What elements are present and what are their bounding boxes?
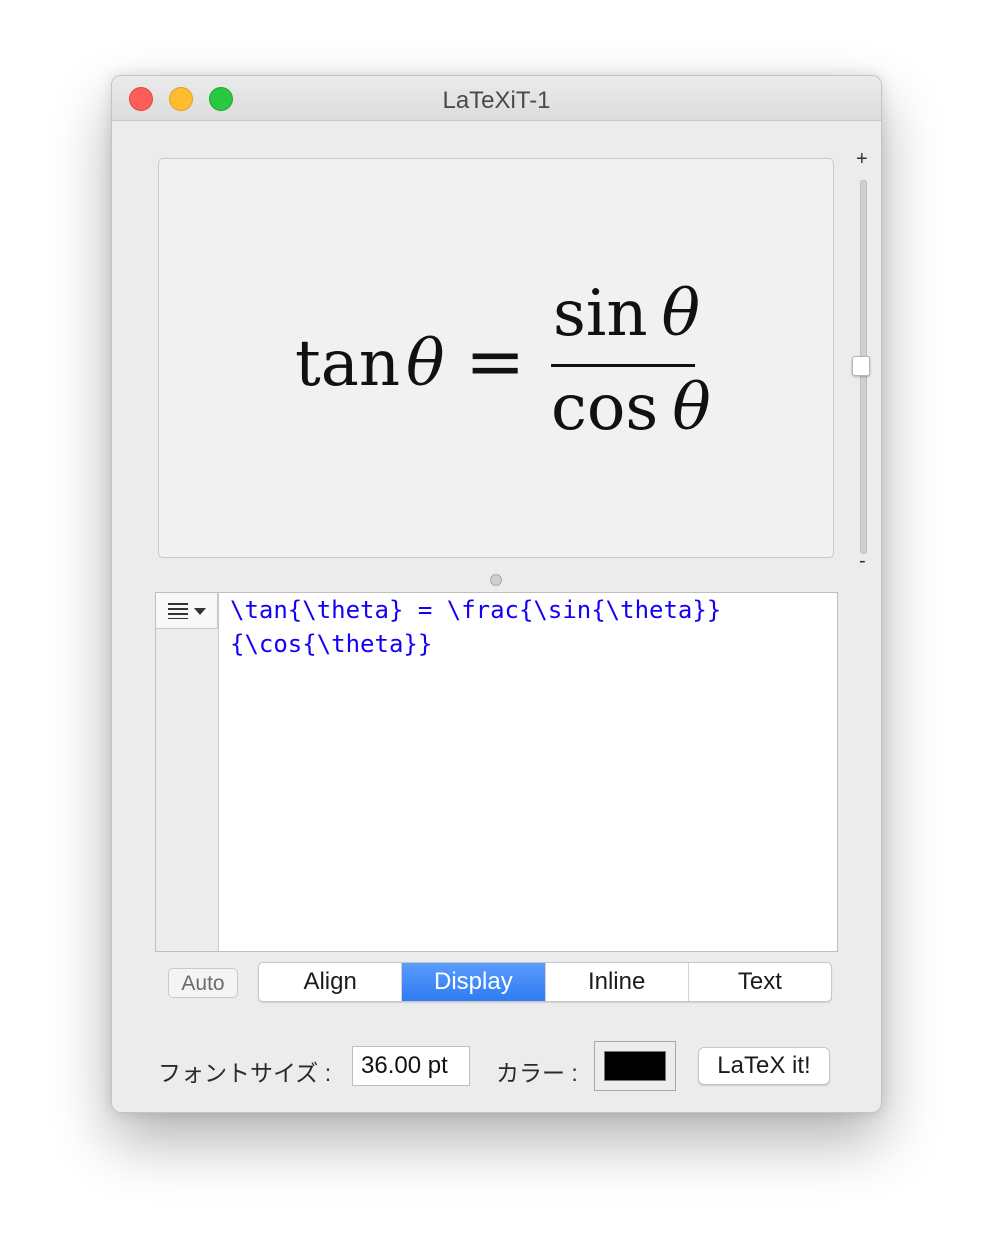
denominator-func: cos: [551, 371, 659, 445]
rendered-preview[interactable]: tan θ = sin θ cos θ: [158, 158, 834, 558]
zoom-minus-label: -: [859, 550, 866, 572]
color-well[interactable]: [594, 1041, 676, 1091]
font-size-field[interactable]: 36.00 pt: [352, 1046, 470, 1086]
zoom-slider-knob[interactable]: [852, 356, 870, 376]
mode-display[interactable]: Display: [402, 963, 546, 1001]
list-icon: [168, 603, 188, 619]
formula-theta: θ: [406, 327, 445, 401]
denominator-var: θ: [672, 371, 711, 445]
splitter-handle[interactable]: [490, 574, 502, 586]
title-bar[interactable]: LaTeXiT-1: [112, 76, 881, 121]
chevron-down-icon: [194, 608, 206, 615]
format-menu-button[interactable]: [156, 593, 218, 629]
code-line: {\cos{\theta}}: [230, 630, 433, 658]
color-label: カラー :: [496, 1060, 578, 1086]
numerator-func: sin: [553, 277, 648, 351]
formula-denominator: cos θ: [551, 371, 711, 445]
zoom-plus-label: +: [856, 148, 868, 170]
editor-gutter: [156, 593, 219, 951]
mode-align[interactable]: Align: [259, 963, 403, 1001]
rendered-formula: tan θ = sin θ cos θ: [159, 159, 833, 557]
formula-tan: tan: [295, 327, 401, 401]
numerator-var: θ: [661, 277, 701, 351]
color-swatch: [604, 1051, 666, 1081]
latex-source-editor[interactable]: \tan{\theta} = \frac{\sin{\theta}} {\cos{…: [155, 592, 838, 952]
latex-it-button[interactable]: LaTeX it!: [698, 1047, 830, 1085]
window-title: LaTeXiT-1: [442, 87, 551, 114]
latexit-window: LaTeXiT-1 tan θ = sin θ cos θ + - \tan{\th…: [111, 75, 882, 1113]
formula-equals: =: [465, 319, 526, 403]
mode-inline[interactable]: Inline: [546, 963, 689, 1001]
auto-button[interactable]: Auto: [168, 968, 238, 998]
mode-text[interactable]: Text: [689, 963, 831, 1001]
mode-segmented-control: Align Display Inline Text: [258, 962, 832, 1002]
source-code[interactable]: \tan{\theta} = \frac{\sin{\theta}} {\cos{…: [230, 593, 830, 661]
fraction-bar: [551, 364, 695, 367]
font-size-label: フォントサイズ :: [158, 1060, 332, 1086]
formula-numerator: sin θ: [553, 277, 700, 351]
code-line: \tan{\theta} = \frac{\sin{\theta}}: [230, 596, 722, 624]
